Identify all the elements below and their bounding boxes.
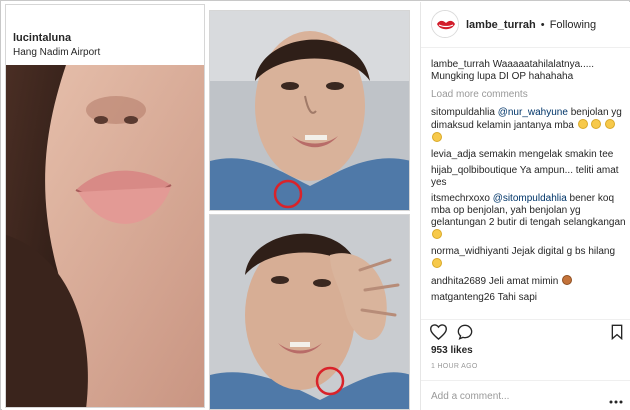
- weary-face-emoji-icon: [577, 119, 588, 129]
- load-more-comments-link[interactable]: Load more comments: [431, 89, 626, 101]
- comment-input[interactable]: [431, 389, 601, 403]
- comment-text: semakin mengelak smakin tee: [478, 149, 614, 160]
- comment-text: Jejak digital g bs hilang: [511, 246, 616, 257]
- heart-outline-icon[interactable]: [429, 324, 448, 345]
- comment-user-link[interactable]: sitompuldahlia: [431, 107, 495, 118]
- post-actions-bar: [421, 319, 630, 343]
- comment-item: norma_widhiyanti Jejak digital g bs hila…: [431, 246, 626, 271]
- header-separator: •: [540, 19, 545, 31]
- comment-item: itsmechrxoxo @sitompuldahlia bener koq m…: [431, 193, 626, 242]
- collage-left-panel: lucintaluna Hang Nadim Airport: [5, 4, 205, 408]
- comment-user-link[interactable]: hijab_qolbiboutique: [431, 165, 517, 176]
- speech-bubble-icon[interactable]: [457, 324, 473, 345]
- following-button[interactable]: Following: [550, 19, 596, 31]
- weary-face-emoji-icon: [432, 132, 442, 142]
- more-dots-icon[interactable]: [609, 391, 623, 404]
- add-comment-bar: [421, 380, 630, 410]
- comment-item: levia_adja semakin mengelak smakin tee: [431, 149, 626, 161]
- comment-text: Tahi sapi: [497, 292, 538, 303]
- post-author-link[interactable]: lambe_turrah: [466, 19, 536, 31]
- post-side-panel: lambe_turrah • Following lambe_turrah Wa…: [420, 2, 630, 410]
- person-emoji-icon: [562, 275, 573, 285]
- weary-face-emoji-icon: [605, 119, 616, 129]
- comment-text: Jeli amat mimin: [488, 276, 559, 287]
- post-media[interactable]: lucintaluna Hang Nadim Airport: [2, 2, 420, 410]
- comments-list[interactable]: lambe_turrah Waaaaatahilalatnya..... Mun…: [431, 59, 626, 329]
- weary-face-emoji-icon: [591, 119, 602, 129]
- selfie-closeup-photo: [6, 65, 204, 407]
- comment-user-link[interactable]: norma_widhiyanti: [431, 246, 509, 257]
- bedside-selfie-photo-bottom: [209, 214, 410, 410]
- weary-face-emoji-icon: [432, 229, 442, 239]
- bedside-selfie-photo-top: [209, 10, 410, 211]
- comment-user-link[interactable]: matganteng26: [431, 292, 495, 303]
- post-header-text: lambe_turrah • Following: [466, 19, 596, 31]
- caption-user-link[interactable]: lambe_turrah: [431, 59, 490, 70]
- avatar[interactable]: [431, 10, 459, 38]
- comment-mention-link[interactable]: @sitompuldahlia: [493, 193, 567, 204]
- comment-mention-link[interactable]: @nur_wahyune: [498, 107, 568, 118]
- post-timestamp: 1 HOUR AGO: [431, 363, 478, 370]
- collage-location: Hang Nadim Airport: [13, 47, 101, 58]
- comment-user-link[interactable]: levia_adja: [431, 149, 476, 160]
- comment-item: andhita2689 Jeli amat mimin: [431, 275, 626, 288]
- comment-user-link[interactable]: itsmechrxoxo: [431, 193, 490, 204]
- bookmark-icon[interactable]: [611, 324, 623, 345]
- comment-item: hijab_qolbiboutique Ya ampun... teliti a…: [431, 165, 626, 189]
- post-header: lambe_turrah • Following: [421, 2, 630, 48]
- collage-screenshot-header: lucintaluna Hang Nadim Airport: [6, 5, 204, 65]
- weary-face-emoji-icon: [432, 258, 442, 268]
- likes-count[interactable]: 953 likes: [431, 345, 473, 356]
- comment-item: sitompuldahlia @nur_wahyune benjolan yg …: [431, 107, 626, 145]
- comment-user-link[interactable]: andhita2689: [431, 276, 486, 287]
- post-caption: lambe_turrah Waaaaatahilalatnya..... Mun…: [431, 59, 626, 83]
- collage-username: lucintaluna: [13, 32, 72, 44]
- comment-item: matganteng26 Tahi sapi: [431, 292, 626, 304]
- instagram-post-embed: lucintaluna Hang Nadim Airport lambe_tur…: [0, 0, 630, 410]
